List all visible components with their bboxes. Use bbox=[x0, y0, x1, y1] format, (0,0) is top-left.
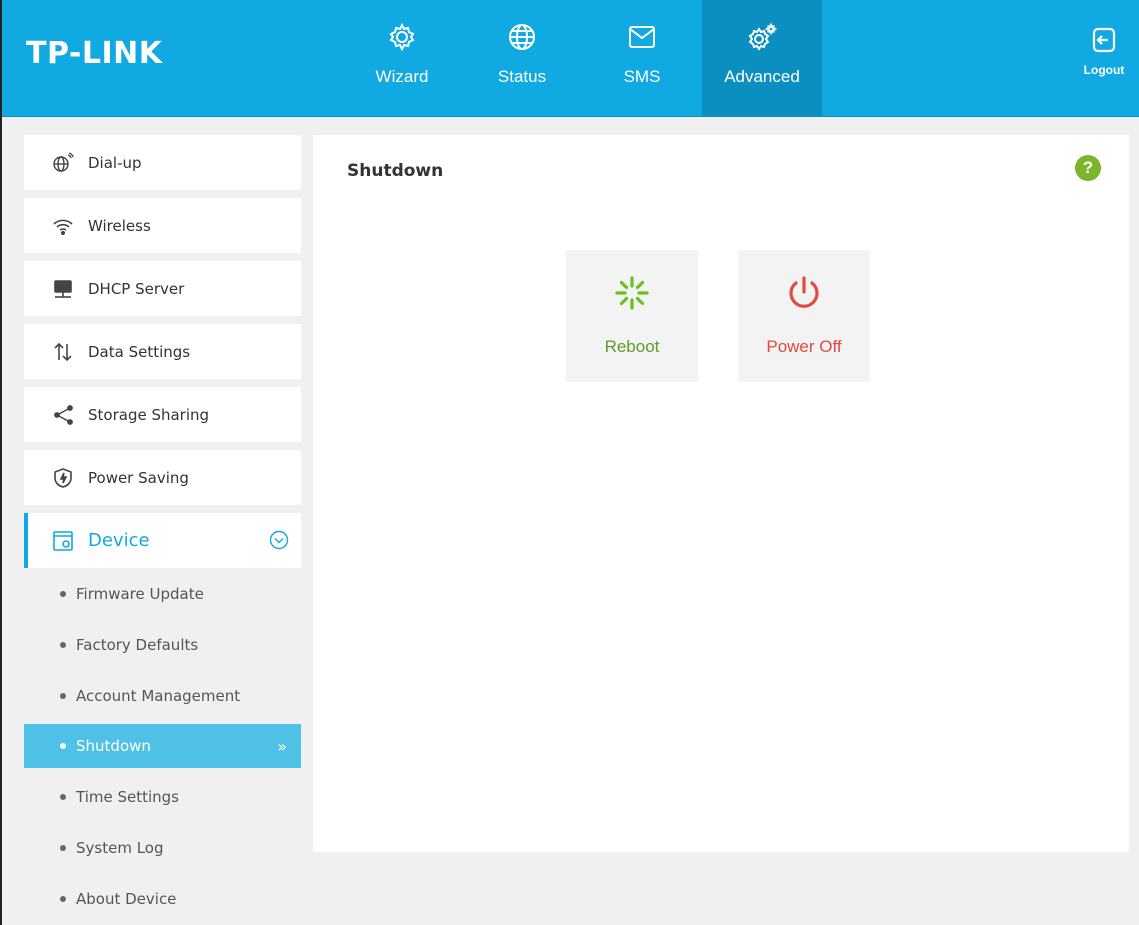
logout-button[interactable]: Logout bbox=[1077, 26, 1131, 77]
submenu-label: Factory Defaults bbox=[76, 635, 199, 654]
power-off-label: Power Off bbox=[766, 337, 842, 356]
sidebar-item-wireless[interactable]: Wireless bbox=[24, 198, 301, 253]
sidebar-item-dial-up[interactable]: Dial-up bbox=[24, 135, 301, 190]
double-chevron-right-icon: » bbox=[277, 736, 287, 756]
logout-label: Logout bbox=[1083, 63, 1125, 77]
nav-wizard-label: Wizard bbox=[375, 67, 429, 86]
sidebar-item-label: Device bbox=[88, 530, 150, 551]
submenu-account-management[interactable]: Account Management bbox=[24, 670, 301, 721]
sidebar-item-label: DHCP Server bbox=[88, 279, 185, 298]
bullet-icon bbox=[60, 844, 66, 851]
submenu-system-log[interactable]: System Log bbox=[24, 822, 301, 873]
page-title: Shutdown bbox=[347, 161, 444, 181]
nav-sms-label: SMS bbox=[623, 67, 661, 86]
sidebar: Dial-up Wireless DHCP Server Data Settin… bbox=[24, 135, 301, 924]
sidebar-item-power-saving[interactable]: Power Saving bbox=[24, 450, 301, 505]
device-submenu: Firmware Update Factory Defaults Account… bbox=[24, 568, 301, 924]
bullet-icon bbox=[60, 793, 66, 800]
sidebar-item-label: Power Saving bbox=[88, 468, 189, 487]
submenu-shutdown[interactable]: Shutdown » bbox=[24, 724, 301, 768]
nav-advanced[interactable]: Advanced bbox=[702, 0, 822, 117]
help-icon[interactable]: ? bbox=[1075, 155, 1101, 181]
reboot-label: Reboot bbox=[604, 337, 660, 356]
nav-sms[interactable]: SMS bbox=[582, 0, 702, 117]
bullet-icon bbox=[60, 895, 66, 902]
sidebar-item-label: Storage Sharing bbox=[88, 405, 210, 424]
brand-logo: TP-LINK bbox=[26, 36, 163, 71]
submenu-firmware-update[interactable]: Firmware Update bbox=[24, 568, 301, 619]
nav-status-label: Status bbox=[497, 67, 547, 86]
main-nav: Wizard Status SMS Advanced bbox=[342, 0, 822, 117]
sidebar-item-label: Wireless bbox=[88, 216, 151, 235]
power-saving-icon bbox=[52, 467, 74, 489]
sidebar-item-data-settings[interactable]: Data Settings bbox=[24, 324, 301, 379]
globe-antenna-icon bbox=[52, 151, 74, 174]
bullet-icon bbox=[60, 692, 66, 699]
gear-icon bbox=[387, 22, 417, 57]
envelope-icon bbox=[627, 22, 657, 57]
power-icon bbox=[785, 250, 823, 317]
logout-icon bbox=[1090, 26, 1118, 59]
shutdown-panel: Shutdown ? Reboot Power Off bbox=[313, 135, 1129, 852]
bullet-icon bbox=[60, 743, 66, 749]
bullet-icon bbox=[60, 641, 66, 648]
sidebar-item-dhcp-server[interactable]: DHCP Server bbox=[24, 261, 301, 316]
nav-status[interactable]: Status bbox=[462, 0, 582, 117]
sidebar-item-label: Dial-up bbox=[88, 153, 142, 172]
gears-icon bbox=[747, 22, 778, 57]
submenu-label: About Device bbox=[76, 889, 177, 908]
chevron-down-icon[interactable] bbox=[269, 530, 289, 550]
server-icon bbox=[52, 278, 74, 300]
submenu-label: Time Settings bbox=[76, 787, 180, 806]
sidebar-item-device[interactable]: Device bbox=[24, 513, 301, 568]
reboot-spinner-icon bbox=[613, 250, 651, 317]
submenu-label: Shutdown bbox=[76, 737, 151, 755]
power-off-button[interactable]: Power Off bbox=[738, 250, 870, 382]
submenu-factory-defaults[interactable]: Factory Defaults bbox=[24, 619, 301, 670]
submenu-label: Firmware Update bbox=[76, 584, 204, 603]
reboot-button[interactable]: Reboot bbox=[566, 250, 698, 382]
data-arrows-icon bbox=[52, 341, 74, 363]
submenu-label: System Log bbox=[76, 838, 164, 857]
share-icon bbox=[52, 404, 74, 426]
top-header: TP-LINK Wizard Status SMS Advanced Logou… bbox=[2, 0, 1139, 117]
submenu-time-settings[interactable]: Time Settings bbox=[24, 771, 301, 822]
sidebar-item-storage-sharing[interactable]: Storage Sharing bbox=[24, 387, 301, 442]
globe-icon bbox=[507, 22, 537, 57]
submenu-about-device[interactable]: About Device bbox=[24, 873, 301, 924]
wifi-icon bbox=[52, 215, 74, 237]
sidebar-item-label: Data Settings bbox=[88, 342, 191, 361]
nav-wizard[interactable]: Wizard bbox=[342, 0, 462, 117]
submenu-label: Account Management bbox=[76, 686, 241, 705]
nav-advanced-label: Advanced bbox=[724, 67, 800, 86]
device-icon bbox=[52, 530, 74, 552]
bullet-icon bbox=[60, 590, 66, 597]
